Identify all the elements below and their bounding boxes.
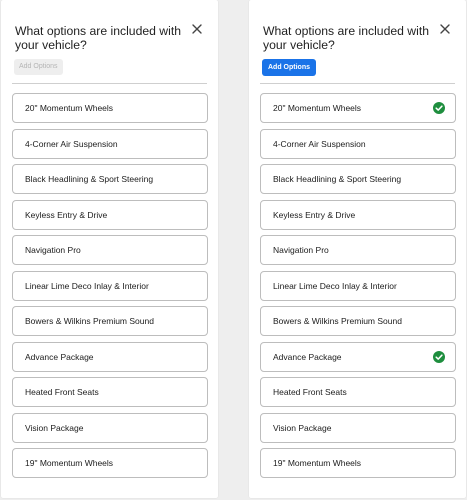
panel-title: What options are included with your vehi… xyxy=(15,24,181,52)
option-label: 20" Momentum Wheels xyxy=(273,103,362,113)
option-label: Heated Front Seats xyxy=(273,387,347,397)
option-item[interactable]: Bowers & Wilkins Premium Sound xyxy=(260,306,456,336)
option-label: 4-Corner Air Suspension xyxy=(25,138,118,149)
option-label: Black Headlining & Sport Steering xyxy=(25,174,154,184)
option-item[interactable]: Advance Package xyxy=(12,341,208,372)
close-icon[interactable] xyxy=(438,22,452,36)
option-item[interactable]: Vision Package xyxy=(12,412,208,443)
option-label: Black Headlining & Sport Steering xyxy=(273,174,402,184)
check-circle-icon xyxy=(433,102,445,114)
option-item[interactable]: Vision Package xyxy=(260,412,456,443)
close-icon[interactable] xyxy=(190,22,204,36)
option-item[interactable]: 20" Momentum Wheels xyxy=(260,93,456,123)
option-label: 19" Momentum Wheels xyxy=(273,458,362,468)
option-list: 20" Momentum Wheels 4-Corner Air Suspensi… xyxy=(12,93,208,484)
option-label: Heated Front Seats xyxy=(25,387,99,397)
option-label: Vision Package xyxy=(273,422,332,433)
add-options-button[interactable]: Add Options xyxy=(14,59,63,75)
option-item[interactable]: 19" Momentum Wheels xyxy=(260,448,456,478)
option-label: Keyless Entry & Drive xyxy=(273,209,356,220)
divider xyxy=(260,83,455,84)
option-item[interactable]: Linear Lime Deco Inlay & Interior xyxy=(12,270,208,301)
check-circle-icon xyxy=(433,350,445,363)
options-panel-left: What options are included with your vehi… xyxy=(1,0,218,498)
option-item[interactable]: Keyless Entry & Drive xyxy=(12,199,208,230)
option-item[interactable]: 20" Momentum Wheels xyxy=(12,93,208,123)
option-label: 4-Corner Air Suspension xyxy=(273,138,366,149)
option-item[interactable]: Navigation Pro xyxy=(12,235,208,265)
option-item[interactable]: Heated Front Seats xyxy=(260,377,456,407)
options-panel-right: What options are included with your vehi… xyxy=(249,0,466,498)
option-label: Bowers & Wilkins Premium Sound xyxy=(273,316,402,326)
option-item[interactable]: Black Headlining & Sport Steering xyxy=(260,164,456,194)
option-label: Linear Lime Deco Inlay & Interior xyxy=(25,280,149,291)
option-label: Advance Package xyxy=(273,351,342,362)
option-list: 20" Momentum Wheels 4-Corner Air Suspensi… xyxy=(260,93,456,484)
option-label: Keyless Entry & Drive xyxy=(25,209,108,220)
option-label: Linear Lime Deco Inlay & Interior xyxy=(273,280,397,291)
option-item[interactable]: 4-Corner Air Suspension xyxy=(12,128,208,159)
option-label: Navigation Pro xyxy=(273,245,329,255)
panel-title: What options are included with your vehi… xyxy=(263,24,429,52)
option-label: Navigation Pro xyxy=(25,245,81,255)
option-label: Advance Package xyxy=(25,351,94,362)
option-item[interactable]: Navigation Pro xyxy=(260,235,456,265)
option-item[interactable]: Keyless Entry & Drive xyxy=(260,199,456,230)
option-label: Bowers & Wilkins Premium Sound xyxy=(25,316,154,326)
add-options-button[interactable]: Add Options xyxy=(262,59,316,76)
option-item[interactable]: Bowers & Wilkins Premium Sound xyxy=(12,306,208,336)
option-item[interactable]: Advance Package xyxy=(260,341,456,372)
option-item[interactable]: Linear Lime Deco Inlay & Interior xyxy=(260,270,456,301)
divider xyxy=(12,83,207,84)
option-item[interactable]: 19" Momentum Wheels xyxy=(12,448,208,478)
option-label: Vision Package xyxy=(25,422,84,433)
option-label: 20" Momentum Wheels xyxy=(25,103,114,113)
option-item[interactable]: Black Headlining & Sport Steering xyxy=(12,164,208,194)
option-label: 19" Momentum Wheels xyxy=(25,458,114,468)
option-item[interactable]: 4-Corner Air Suspension xyxy=(260,128,456,159)
option-item[interactable]: Heated Front Seats xyxy=(12,377,208,407)
